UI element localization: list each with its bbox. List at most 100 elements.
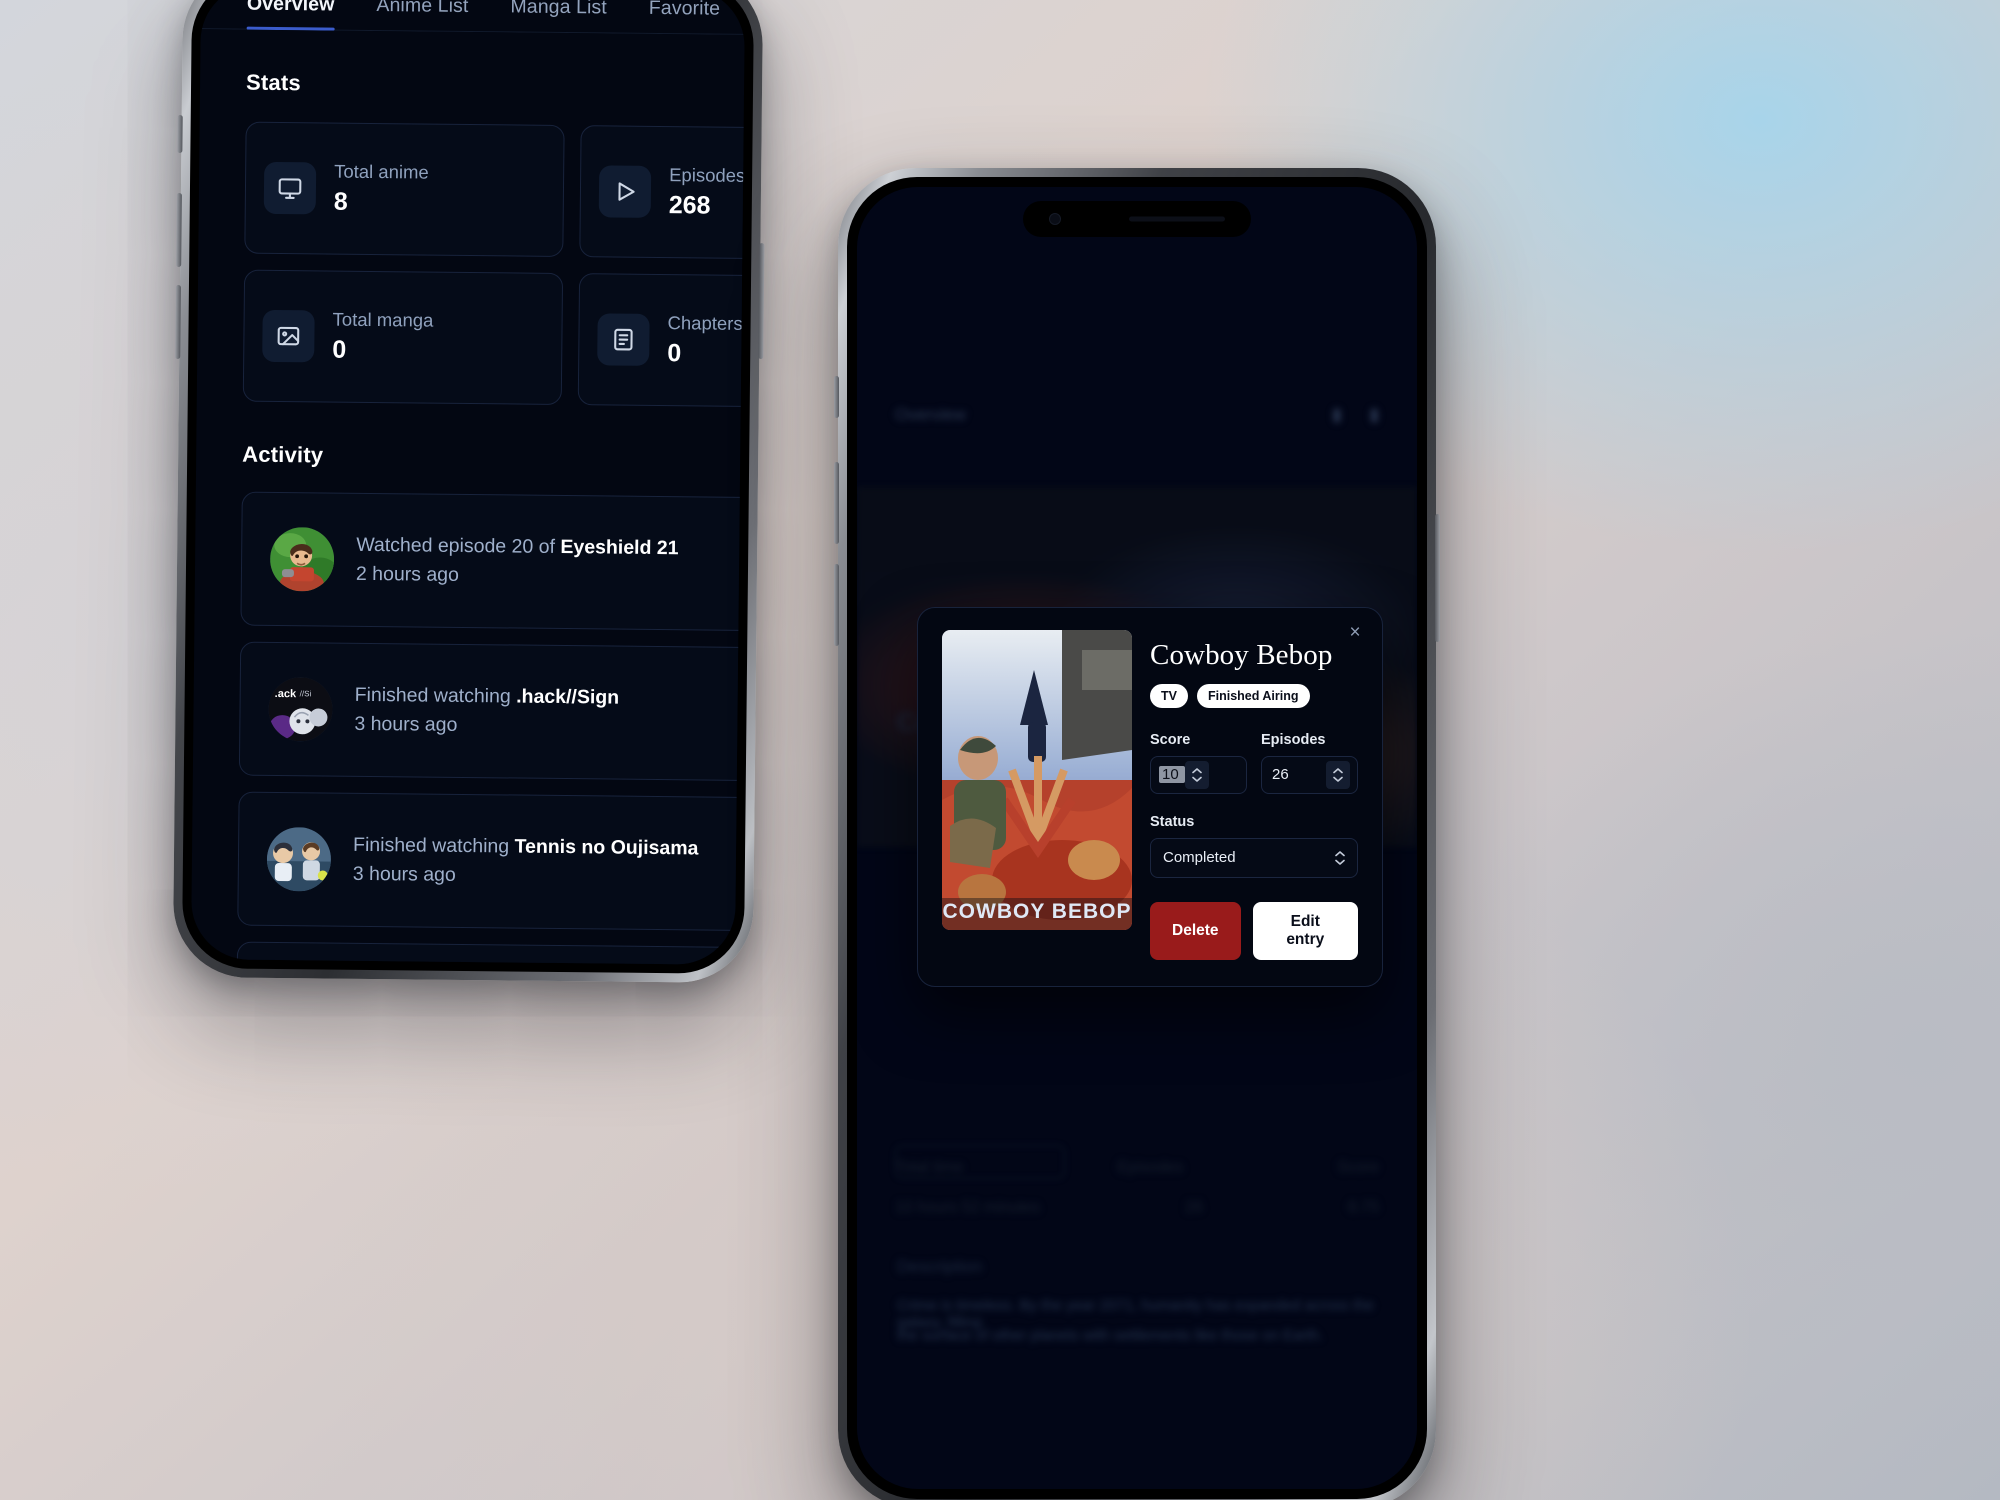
episodes-label: Episodes <box>1261 731 1326 748</box>
episodes-input-wrapper <box>1261 755 1358 794</box>
modal-field-row: Score Episodes <box>1150 732 1358 794</box>
modal-body: COWBOY BEBOP Cowboy Bebop TV Finished Ai… <box>942 630 1358 960</box>
profile-overview-app: Overview Anime List Manga List Favorite … <box>191 0 746 965</box>
volume-down-button-right[interactable] <box>834 564 839 646</box>
stats-grid: Total anime 8 Episodes 268 Total manga 0… <box>197 95 746 409</box>
earpiece-speaker <box>1129 216 1225 222</box>
stat-label-chapters: Chapters <box>667 312 743 334</box>
activity-text-hack-sign: Finished watching .hack//Sign 3 hours ag… <box>354 684 619 739</box>
cowboy-bebop-poster: COWBOY BEBOP <box>942 630 1132 930</box>
activity-item-tennis-no-oujisama[interactable]: Finished watching Tennis no Oujisama 3 h… <box>237 791 746 933</box>
stat-label-total-anime: Total anime <box>334 160 429 183</box>
activity-time-hack-sign: 3 hours ago <box>354 712 458 736</box>
share-icon: ▮ <box>1369 405 1379 424</box>
stat-text-total-manga: Total manga 0 <box>332 309 433 366</box>
stat-text-total-anime: Total anime 8 <box>334 161 429 218</box>
field-score: Score <box>1150 732 1247 794</box>
delete-button[interactable]: Delete <box>1150 901 1241 960</box>
activity-text-eyeshield-21: Watched episode 20 of Eyeshield 21 2 hou… <box>356 534 679 589</box>
background-meta-mid-2: 26 <box>1185 1199 1203 1216</box>
stats-heading: Stats <box>245 69 302 96</box>
stat-value-chapters: 0 <box>667 339 682 368</box>
stat-card-episodes: Episodes 268 <box>579 125 746 261</box>
activity-prefix-hack-sign: Finished watching <box>354 683 517 708</box>
tab-favorite-label: Favorite <box>648 0 721 20</box>
background-description-line-2: the surface of other planets with settle… <box>897 1327 1324 1344</box>
tab-anime-list[interactable]: Anime List <box>376 0 468 32</box>
stat-value-episodes: 268 <box>668 191 711 220</box>
status-select[interactable]: Completed <box>1150 837 1358 878</box>
activity-line-hack-sign: Finished watching .hack//Sign <box>355 684 620 710</box>
tab-overview[interactable]: Overview <box>247 0 335 31</box>
tab-anime-list-label: Anime List <box>376 0 469 17</box>
field-episodes: Episodes <box>1261 732 1358 794</box>
left-phone-bezel: Overview Anime List Manga List Favorite … <box>181 0 755 974</box>
activity-title-tennis-no-oujisama: Tennis no Oujisama <box>514 835 699 860</box>
notch <box>1023 201 1251 237</box>
right-phone-device: Overview ▮ ▮ Cowboy Bebop Total time Epi… <box>834 168 1440 1500</box>
svg-text:.ack: .ack <box>275 688 297 700</box>
activity-title-eyeshield-21: Eyeshield 21 <box>560 535 679 560</box>
background-meta-row-2: 10 hours 52 minutes 26 8.75 <box>895 1199 1379 1217</box>
activity-item-partial[interactable] <box>235 941 746 965</box>
profile-tabs: Overview Anime List Manga List Favorite <box>200 0 745 35</box>
score-stepper[interactable] <box>1185 760 1209 789</box>
background-description-heading: Description <box>897 1257 983 1276</box>
stat-card-total-anime: Total anime 8 <box>244 121 565 257</box>
activity-time-tennis-no-oujisama: 3 hours ago <box>352 862 456 886</box>
monitor-icon <box>263 161 317 215</box>
episodes-stepper[interactable] <box>1326 760 1350 789</box>
volume-up-button-right[interactable] <box>834 462 839 544</box>
tennis-no-oujisama-avatar <box>266 826 332 892</box>
activity-prefix-tennis-no-oujisama: Finished watching <box>352 833 515 858</box>
badge-media-type: TV <box>1150 683 1188 708</box>
activity-text-tennis-no-oujisama: Finished watching Tennis no Oujisama 3 h… <box>353 834 699 890</box>
close-icon[interactable]: × <box>1344 622 1366 644</box>
chevron-updown-icon <box>1335 851 1345 865</box>
activity-list: Watched episode 20 of Eyeshield 21 2 hou… <box>191 467 746 965</box>
background-header-label: Overview <box>895 405 966 424</box>
score-input[interactable] <box>1159 766 1185 784</box>
activity-heading: Activity <box>242 441 324 468</box>
activity-line-eyeshield-21: Watched episode 20 of Eyeshield 21 <box>356 534 679 560</box>
background-meta-mid-1: Episodes <box>1117 1159 1184 1176</box>
svg-text:COWBOY BEBOP: COWBOY BEBOP <box>943 900 1132 923</box>
background-topbar: Overview ▮ ▮ <box>895 405 1379 425</box>
left-phone-device: Overview Anime List Manga List Favorite … <box>172 0 765 984</box>
activity-item-hack-sign[interactable]: .ack //Si Finished watching .hack//Sign … <box>238 641 746 783</box>
stat-text-chapters: Chapters 0 <box>667 312 743 369</box>
tab-favorite[interactable]: Favorite <box>648 0 721 35</box>
volume-up-button-left[interactable] <box>176 192 182 267</box>
play-icon <box>598 165 652 218</box>
power-button-right[interactable] <box>1435 514 1440 642</box>
stat-text-episodes: Episodes 268 <box>669 164 745 221</box>
background-meta-left-2: 10 hours 52 minutes <box>895 1199 1040 1216</box>
modal-badges: TV Finished Airing <box>1150 683 1358 708</box>
right-phone-bezel: Overview ▮ ▮ Cowboy Bebop Total time Epi… <box>847 177 1427 1499</box>
tab-manga-list[interactable]: Manga List <box>510 0 607 33</box>
background-meta-row-1: Total time Episodes Score <box>895 1159 1379 1177</box>
episodes-input[interactable] <box>1262 766 1326 784</box>
silent-switch-left[interactable] <box>177 114 183 153</box>
activity-item-eyeshield-21[interactable]: Watched episode 20 of Eyeshield 21 2 hou… <box>240 491 746 633</box>
modal-actions: Delete Edit entry <box>1150 901 1358 960</box>
front-camera-icon <box>1049 213 1061 225</box>
stat-label-total-manga: Total manga <box>332 308 434 331</box>
background-description-line-1: Crime is timeless. By the year 2071, hum… <box>897 1297 1374 1331</box>
stat-card-total-manga: Total manga 0 <box>242 269 564 405</box>
activity-time-eyeshield-21: 2 hours ago <box>355 562 460 586</box>
background-meta-right-1: Score <box>1337 1159 1379 1176</box>
edit-entry-button[interactable]: Edit entry <box>1252 901 1358 960</box>
volume-down-button-left[interactable] <box>175 284 181 359</box>
left-phone-screen: Overview Anime List Manga List Favorite … <box>190 0 746 965</box>
bookmark-icon: ▮ <box>1332 405 1342 424</box>
field-status: Status Completed <box>1150 814 1358 878</box>
image-icon <box>262 309 315 363</box>
stat-value-total-manga: 0 <box>332 335 347 364</box>
score-input-wrapper <box>1150 755 1247 794</box>
silent-switch-right[interactable] <box>834 376 839 418</box>
status-selected-value: Completed <box>1163 849 1236 867</box>
activity-line-tennis-no-oujisama: Finished watching Tennis no Oujisama <box>353 834 699 861</box>
activity-prefix-eyeshield-21: Watched episode 20 of <box>356 533 561 558</box>
modal-anime-title: Cowboy Bebop <box>1150 639 1333 671</box>
